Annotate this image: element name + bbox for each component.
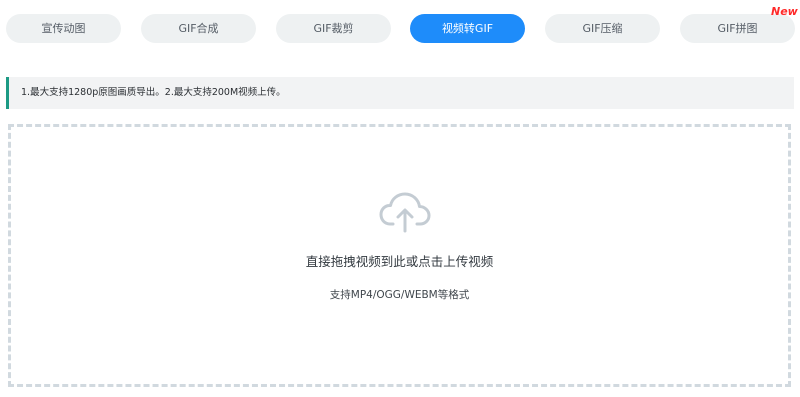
notice-text: 1.最大支持1280p原图画质导出。2.最大支持200M视频上传。 <box>21 87 286 98</box>
tab-bar: 宣传动图 GIF合成 GIF裁剪 视频转GIF GIF压缩 GIF拼图 New <box>0 0 800 60</box>
page: 宣传动图 GIF合成 GIF裁剪 视频转GIF GIF压缩 GIF拼图 New … <box>0 0 800 397</box>
notice-bar: 1.最大支持1280p原图画质导出。2.最大支持200M视频上传。 <box>6 77 794 109</box>
upload-dropzone[interactable]: 直接拖拽视频到此或点击上传视频 支持MP4/OGG/WEBM等格式 <box>8 124 791 387</box>
tab-gif-crop[interactable]: GIF裁剪 <box>276 14 391 43</box>
upload-title: 直接拖拽视频到此或点击上传视频 <box>305 254 494 269</box>
tab-promo-animation[interactable]: 宣传动图 <box>6 14 121 43</box>
tab-gif-compress[interactable]: GIF压缩 <box>545 14 660 43</box>
tab-video-to-gif[interactable]: 视频转GIF <box>410 14 525 43</box>
new-badge: New <box>771 5 798 18</box>
upload-supported-formats: 支持MP4/OGG/WEBM等格式 <box>329 289 470 301</box>
tab-gif-compose[interactable]: GIF合成 <box>141 14 256 43</box>
tab-gif-collage[interactable]: GIF拼图 <box>680 14 795 43</box>
cloud-upload-icon <box>379 192 431 233</box>
